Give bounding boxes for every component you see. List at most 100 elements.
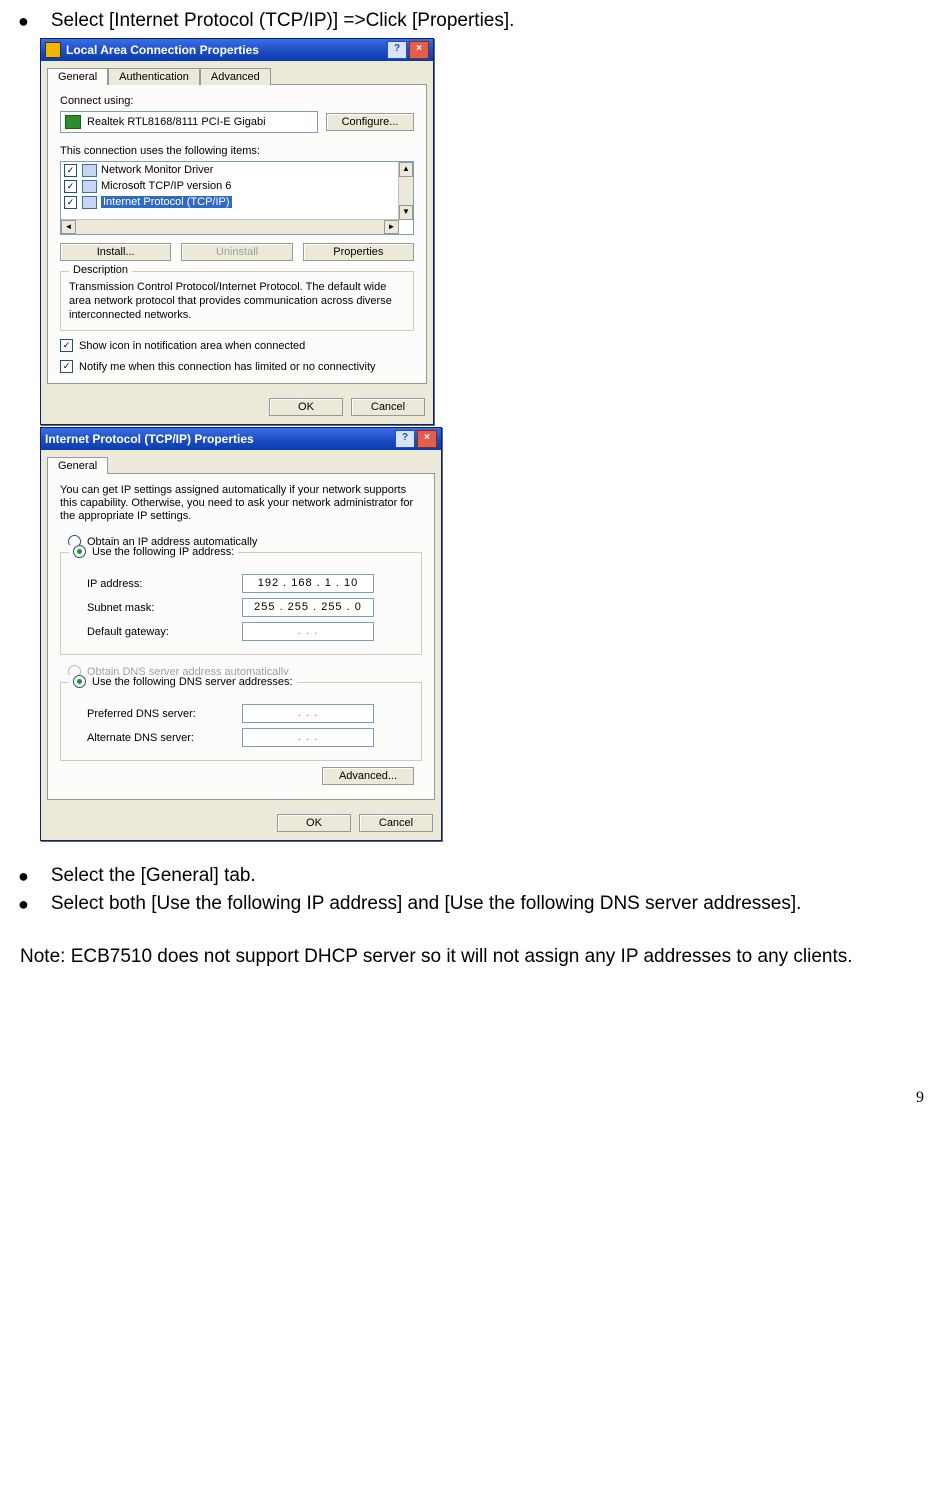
tab-body: Connect using: Realtek RTL8168/8111 PCI-… <box>47 84 427 384</box>
instruction-item: ● Select [Internet Protocol (TCP/IP)] =>… <box>20 10 924 32</box>
description-text: Transmission Control Protocol/Internet P… <box>69 280 405 322</box>
show-icon-label: Show icon in notification area when conn… <box>79 340 305 352</box>
title-bar[interactable]: Local Area Connection Properties ? × <box>41 39 433 61</box>
tcpip-properties-window: Internet Protocol (TCP/IP) Properties ? … <box>40 427 442 841</box>
ok-button[interactable]: OK <box>277 814 351 832</box>
list-item-label: Network Monitor Driver <box>101 164 213 176</box>
item-button-row: Install... Uninstall Properties <box>60 243 414 261</box>
window-title: Internet Protocol (TCP/IP) Properties <box>45 432 254 446</box>
protocol-icon <box>82 180 97 193</box>
tab-advanced[interactable]: Advanced <box>200 68 271 85</box>
alternate-dns-input[interactable]: . . . <box>242 728 374 747</box>
use-ip-label: Use the following IP address: <box>92 546 234 558</box>
list-item-selected[interactable]: ✓ Internet Protocol (TCP/IP) <box>61 194 413 210</box>
default-gateway-row: Default gateway: . . . <box>87 622 413 641</box>
connect-using-label: Connect using: <box>60 95 414 107</box>
tab-strip: General <box>41 450 441 473</box>
help-icon[interactable]: ? <box>395 430 415 448</box>
close-icon[interactable]: × <box>417 430 437 448</box>
scroll-up-icon[interactable]: ▲ <box>399 162 413 177</box>
tab-general[interactable]: General <box>47 457 108 474</box>
ok-button[interactable]: OK <box>269 398 343 416</box>
subnet-mask-label: Subnet mask: <box>87 602 242 614</box>
advanced-row: Advanced... <box>60 767 414 785</box>
list-item-label: Internet Protocol (TCP/IP) <box>101 196 232 208</box>
tab-general[interactable]: General <box>47 68 108 85</box>
use-dns-group: Use the following DNS server addresses: … <box>60 682 422 761</box>
note-text: Note: ECB7510 does not support DHCP serv… <box>20 945 924 969</box>
preferred-dns-row: Preferred DNS server: . . . <box>87 704 413 723</box>
advanced-button[interactable]: Advanced... <box>322 767 414 785</box>
ip-address-label: IP address: <box>87 578 242 590</box>
instruction-item: ● Select the [General] tab. <box>20 865 924 887</box>
default-gateway-label: Default gateway: <box>87 626 242 638</box>
ip-address-input[interactable]: 192 . 168 . 1 . 10 <box>242 574 374 593</box>
adapter-field[interactable]: Realtek RTL8168/8111 PCI-E Gigabi <box>60 111 318 133</box>
instruction-item: ● Select both [Use the following IP addr… <box>20 893 924 915</box>
local-area-connection-properties-window: Local Area Connection Properties ? × Gen… <box>40 38 434 425</box>
notify-label: Notify me when this connection has limit… <box>79 361 376 373</box>
adapter-name: Realtek RTL8168/8111 PCI-E Gigabi <box>87 116 266 128</box>
list-item[interactable]: ✓ Network Monitor Driver <box>61 162 413 178</box>
subnet-mask-row: Subnet mask: 255 . 255 . 255 . 0 <box>87 598 413 617</box>
tab-body: You can get IP settings assigned automat… <box>47 473 435 800</box>
bullet-icon: ● <box>18 10 29 32</box>
cancel-button[interactable]: Cancel <box>351 398 425 416</box>
checkbox-icon[interactable]: ✓ <box>60 339 73 352</box>
window-title: Local Area Connection Properties <box>66 43 259 57</box>
title-bar[interactable]: Internet Protocol (TCP/IP) Properties ? … <box>41 428 441 450</box>
intro-text: You can get IP settings assigned automat… <box>60 484 422 523</box>
list-item[interactable]: ✓ Microsoft TCP/IP version 6 <box>61 178 413 194</box>
checkbox-icon[interactable]: ✓ <box>60 360 73 373</box>
install-button[interactable]: Install... <box>60 243 171 261</box>
description-group: Description Transmission Control Protoco… <box>60 271 414 331</box>
subnet-mask-input[interactable]: 255 . 255 . 255 . 0 <box>242 598 374 617</box>
radio-icon[interactable] <box>73 545 86 558</box>
scroll-down-icon[interactable]: ▼ <box>399 205 413 220</box>
scroll-right-icon[interactable]: ► <box>384 220 399 234</box>
description-legend: Description <box>69 264 132 276</box>
dialog-button-row: OK Cancel <box>41 390 433 424</box>
scroll-left-icon[interactable]: ◄ <box>61 220 76 234</box>
tab-strip: General Authentication Advanced <box>41 61 433 84</box>
instruction-text: Select both [Use the following IP addres… <box>51 893 802 915</box>
protocol-icon <box>82 164 97 177</box>
alternate-dns-label: Alternate DNS server: <box>87 732 242 744</box>
use-ip-legend[interactable]: Use the following IP address: <box>69 545 238 558</box>
page-number: 9 <box>20 1089 924 1107</box>
uninstall-button: Uninstall <box>181 243 292 261</box>
notify-option[interactable]: ✓ Notify me when this connection has lim… <box>60 360 414 373</box>
window-icon <box>45 42 61 58</box>
use-dns-label: Use the following DNS server addresses: <box>92 676 293 688</box>
help-icon[interactable]: ? <box>387 41 407 59</box>
checkbox-icon[interactable]: ✓ <box>64 196 77 209</box>
list-item-label: Microsoft TCP/IP version 6 <box>101 180 231 192</box>
cancel-button[interactable]: Cancel <box>359 814 433 832</box>
vertical-scrollbar[interactable]: ▲ ▼ <box>398 162 413 220</box>
dialog-button-row: OK Cancel <box>41 806 441 840</box>
bullet-icon: ● <box>18 865 29 887</box>
alternate-dns-row: Alternate DNS server: . . . <box>87 728 413 747</box>
show-icon-option[interactable]: ✓ Show icon in notification area when co… <box>60 339 414 352</box>
use-dns-legend[interactable]: Use the following DNS server addresses: <box>69 675 297 688</box>
checkbox-icon[interactable]: ✓ <box>64 164 77 177</box>
protocol-icon <box>82 196 97 209</box>
preferred-dns-input[interactable]: . . . <box>242 704 374 723</box>
configure-button[interactable]: Configure... <box>326 113 414 131</box>
default-gateway-input[interactable]: . . . <box>242 622 374 641</box>
checkbox-icon[interactable]: ✓ <box>64 180 77 193</box>
ip-address-row: IP address: 192 . 168 . 1 . 10 <box>87 574 413 593</box>
preferred-dns-label: Preferred DNS server: <box>87 708 242 720</box>
close-icon[interactable]: × <box>409 41 429 59</box>
horizontal-scrollbar[interactable]: ◄ ► <box>61 219 399 234</box>
instruction-text: Select [Internet Protocol (TCP/IP)] =>Cl… <box>51 10 515 32</box>
items-label: This connection uses the following items… <box>60 145 414 157</box>
adapter-icon <box>65 115 81 129</box>
tab-authentication[interactable]: Authentication <box>108 68 200 85</box>
bullet-icon: ● <box>18 893 29 915</box>
radio-icon[interactable] <box>73 675 86 688</box>
use-ip-group: Use the following IP address: IP address… <box>60 552 422 655</box>
instruction-text: Select the [General] tab. <box>51 865 256 887</box>
properties-button[interactable]: Properties <box>303 243 414 261</box>
connection-items-list[interactable]: ✓ Network Monitor Driver ✓ Microsoft TCP… <box>60 161 414 235</box>
